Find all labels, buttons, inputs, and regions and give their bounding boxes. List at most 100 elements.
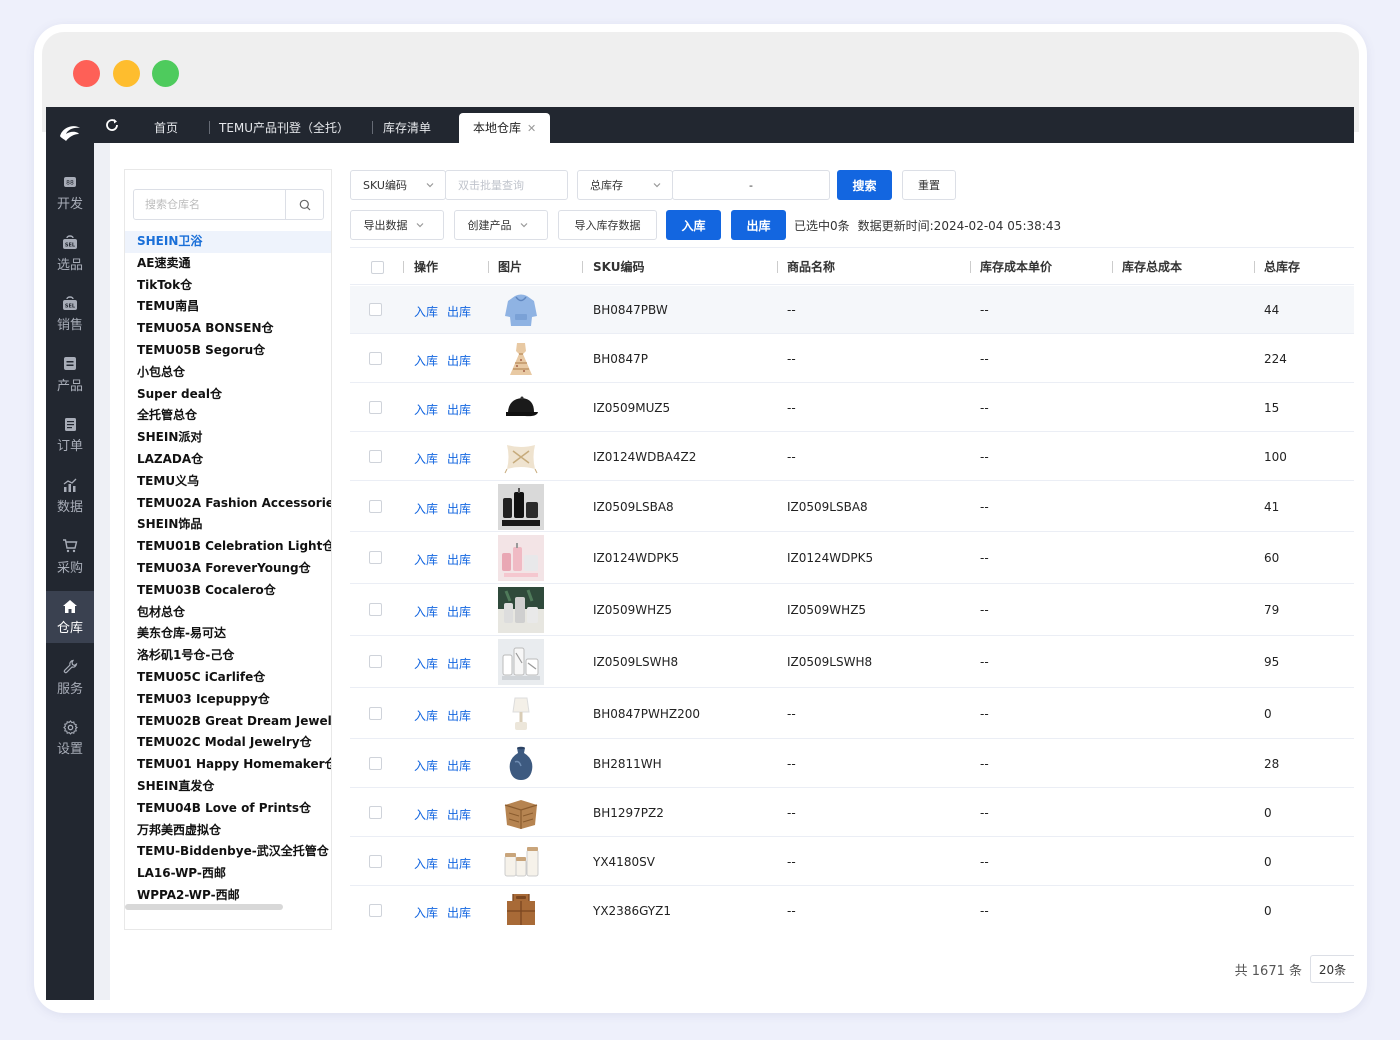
pillow-thumb[interactable]	[498, 434, 544, 480]
warehouse-item[interactable]: 包材总仓	[125, 602, 331, 624]
warehouse-item[interactable]: TEMU01B Celebration Light仓	[125, 536, 331, 558]
row-checkbox[interactable]	[369, 805, 382, 819]
row-checkbox[interactable]	[369, 655, 382, 668]
table-row[interactable]: 入库 出库 YX4180SV -- -- 0	[350, 837, 1354, 886]
stock-select[interactable]: 总库存	[577, 170, 673, 200]
export-button[interactable]: 导出数据	[350, 210, 444, 240]
nav-item-7[interactable]: 仓库	[46, 591, 94, 644]
row-stock-out-link[interactable]: 出库	[447, 904, 471, 921]
row-stock-in-link[interactable]: 入库	[414, 352, 438, 369]
bath-set-pink-thumb[interactable]	[498, 535, 544, 581]
nav-item-6[interactable]: 采购	[46, 531, 94, 583]
row-stock-in-link[interactable]: 入库	[414, 655, 438, 672]
row-stock-out-link[interactable]: 出库	[447, 655, 471, 672]
row-stock-in-link[interactable]: 入库	[414, 450, 438, 467]
warehouse-item[interactable]: TEMU01 Happy Homemaker仓	[125, 754, 331, 776]
warehouse-item[interactable]: TEMU02B Great Dream Jewelry仓	[125, 711, 331, 733]
row-checkbox[interactable]	[369, 706, 382, 720]
row-stock-in-link[interactable]: 入库	[414, 855, 438, 872]
warehouse-item[interactable]: SHEIN直发仓	[125, 776, 331, 798]
warehouse-item[interactable]: 美东仓库-易可达	[125, 623, 331, 645]
warehouse-item[interactable]: 万邦美西虚拟仓	[125, 820, 331, 842]
row-checkbox[interactable]	[369, 756, 382, 770]
row-checkbox[interactable]	[369, 499, 382, 513]
row-checkbox[interactable]	[369, 603, 382, 616]
row-stock-out-link[interactable]: 出库	[447, 450, 471, 467]
search-button[interactable]: 搜索	[837, 170, 892, 200]
nav-item-3[interactable]: 产品	[46, 349, 94, 401]
tab-inventory-list[interactable]: 库存清单	[369, 113, 445, 143]
row-stock-in-link[interactable]: 入库	[414, 551, 438, 568]
warehouse-item[interactable]: TEMU02A Fashion Accessories仓	[125, 493, 331, 515]
nav-item-5[interactable]: 数据	[46, 470, 94, 522]
warehouse-item[interactable]: SHEIN卫浴	[125, 231, 331, 253]
search-icon[interactable]	[285, 190, 323, 219]
table-row[interactable]: 入库 出库 BH1297PZ2 -- -- 0	[350, 788, 1354, 837]
warehouse-item[interactable]: Super deal仓	[125, 384, 331, 406]
sku-query-field[interactable]	[445, 170, 568, 200]
caddy-thumb[interactable]	[498, 888, 544, 928]
nav-item-2[interactable]: SEL 销售	[46, 288, 94, 340]
row-stock-out-link[interactable]: 出库	[447, 551, 471, 568]
table-row[interactable]: 入库 出库 IZ0509WHZ5 IZ0509WHZ5 -- 79	[350, 584, 1354, 636]
basket-thumb[interactable]	[498, 790, 544, 836]
stock-in-button[interactable]: 入库	[666, 210, 721, 240]
dress-thumb[interactable]	[498, 336, 544, 382]
warehouse-item[interactable]: TEMU03 Icepuppy仓	[125, 689, 331, 711]
hoodie-thumb[interactable]	[498, 287, 544, 333]
nav-item-9[interactable]: 设置	[46, 712, 94, 764]
refresh-icon[interactable]	[104, 117, 120, 133]
row-stock-out-link[interactable]: 出库	[447, 757, 471, 774]
row-stock-out-link[interactable]: 出库	[447, 303, 471, 320]
create-product-button[interactable]: 创建产品	[454, 210, 548, 240]
warehouse-item[interactable]: TEMU义乌	[125, 471, 331, 493]
table-row[interactable]: 入库 出库 BH0847P -- -- 224	[350, 334, 1354, 383]
row-stock-out-link[interactable]: 出库	[447, 500, 471, 517]
vase-thumb[interactable]	[498, 741, 544, 787]
warehouse-item[interactable]: TEMU02C Modal Jewelry仓	[125, 732, 331, 754]
jars-thumb[interactable]	[498, 839, 544, 885]
bath-set-black-thumb[interactable]	[498, 483, 544, 530]
row-stock-out-link[interactable]: 出库	[447, 401, 471, 418]
field-select[interactable]: SKU编码	[350, 170, 446, 200]
select-all-checkbox[interactable]	[371, 261, 384, 274]
warehouse-item[interactable]: TEMU南昌	[125, 296, 331, 318]
nav-item-1[interactable]: SEL 选品	[46, 228, 94, 280]
warehouse-item[interactable]: TEMU-Biddenbye-武汉全托管仓	[125, 841, 331, 863]
bath-set-green-thumb[interactable]	[498, 587, 544, 633]
row-stock-in-link[interactable]: 入库	[414, 904, 438, 921]
row-checkbox[interactable]	[369, 903, 382, 917]
import-stock-button[interactable]: 导入库存数据	[558, 210, 657, 240]
warehouse-item[interactable]: SHEIN饰品	[125, 514, 331, 536]
close-dot[interactable]	[73, 60, 100, 87]
warehouse-item[interactable]: TEMU05A BONSEN仓	[125, 318, 331, 340]
row-stock-out-link[interactable]: 出库	[447, 707, 471, 724]
tab-home[interactable]: 首页	[140, 113, 192, 143]
horizontal-scrollbar[interactable]	[125, 904, 283, 910]
close-tab-icon[interactable]: ✕	[527, 122, 536, 135]
row-checkbox[interactable]	[369, 303, 382, 316]
header-total-stock[interactable]: 总库存	[1264, 248, 1300, 286]
warehouse-item[interactable]: LAZADA仓	[125, 449, 331, 471]
warehouse-item[interactable]: LA16-WP-西邮	[125, 863, 331, 885]
table-row[interactable]: 入库 出库 YX2386GYZ1 -- -- 0	[350, 886, 1354, 927]
warehouse-item[interactable]: TEMU04B Love of Prints仓	[125, 798, 331, 820]
stock-out-button[interactable]: 出库	[731, 210, 786, 240]
row-stock-out-link[interactable]: 出库	[447, 855, 471, 872]
reset-button[interactable]: 重置	[902, 170, 956, 200]
tab-temu-listing[interactable]: TEMU产品刊登（全托）	[205, 113, 363, 143]
tab-local-warehouse[interactable]: 本地仓库 ✕	[459, 113, 551, 143]
warehouse-item[interactable]: TEMU03A ForeverYoung仓	[125, 558, 331, 580]
warehouse-item[interactable]: 全托管总仓	[125, 405, 331, 427]
app-logo-icon[interactable]	[46, 107, 94, 159]
warehouse-item[interactable]: AE速卖通	[125, 253, 331, 275]
row-checkbox[interactable]	[369, 449, 382, 463]
table-row[interactable]: 入库 出库 BH0847PBW -- -- 44	[350, 286, 1354, 334]
nav-item-0[interactable]: 88 开发	[46, 167, 94, 219]
row-stock-in-link[interactable]: 入库	[414, 757, 438, 774]
row-stock-in-link[interactable]: 入库	[414, 707, 438, 724]
bath-set-white-thumb[interactable]	[498, 639, 544, 685]
table-row[interactable]: 入库 出库 IZ0124WDPK5 IZ0124WDPK5 -- 60	[350, 532, 1354, 584]
row-checkbox[interactable]	[369, 551, 382, 564]
stock-range-field[interactable]: -	[672, 170, 830, 200]
